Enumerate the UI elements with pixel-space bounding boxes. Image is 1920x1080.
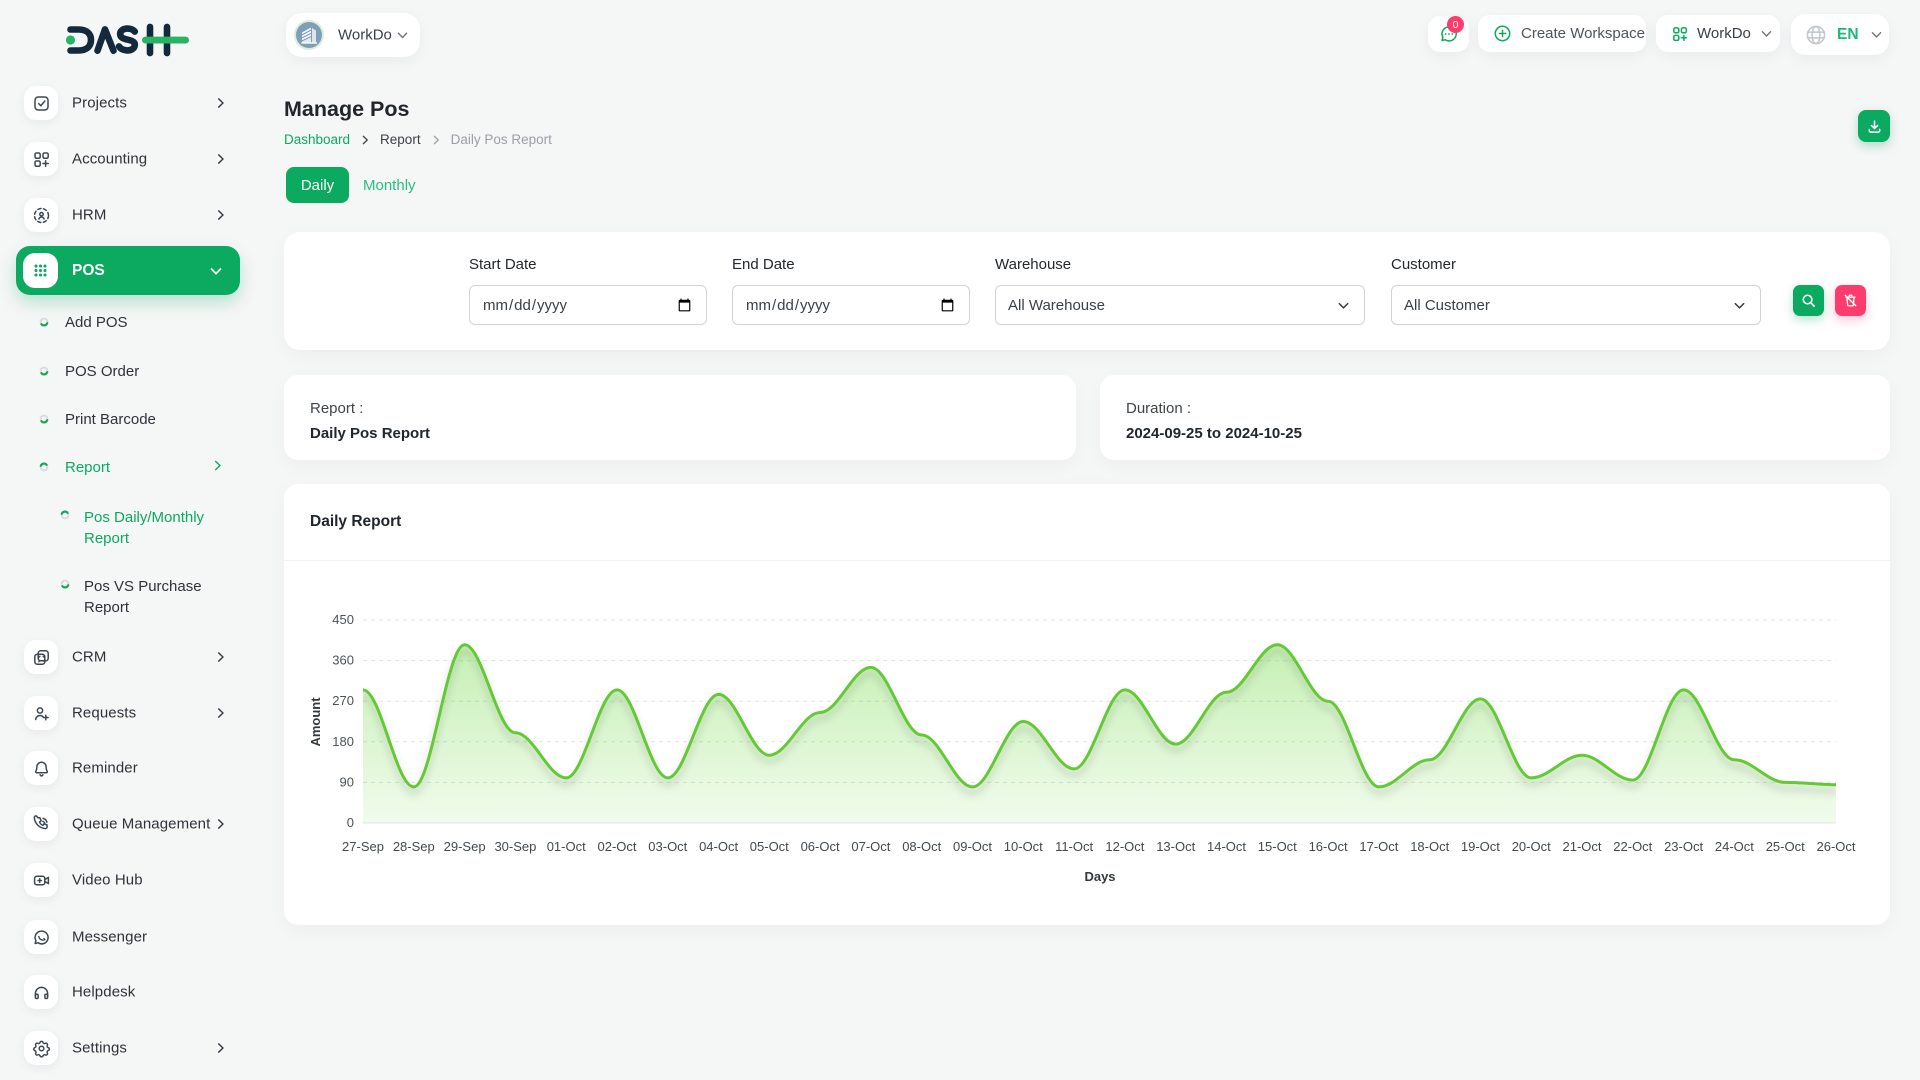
svg-text:90: 90 xyxy=(340,774,354,789)
svg-text:0: 0 xyxy=(347,815,354,830)
svg-text:16-Oct: 16-Oct xyxy=(1309,839,1348,854)
svg-text:28-Sep: 28-Sep xyxy=(393,839,435,854)
svg-text:04-Oct: 04-Oct xyxy=(699,839,738,854)
svg-text:02-Oct: 02-Oct xyxy=(597,839,636,854)
svg-text:15-Oct: 15-Oct xyxy=(1258,839,1297,854)
svg-text:12-Oct: 12-Oct xyxy=(1105,839,1144,854)
svg-text:17-Oct: 17-Oct xyxy=(1359,839,1398,854)
svg-text:Amount: Amount xyxy=(308,697,323,747)
svg-text:27-Sep: 27-Sep xyxy=(342,839,384,854)
svg-text:30-Sep: 30-Sep xyxy=(494,839,536,854)
svg-text:14-Oct: 14-Oct xyxy=(1207,839,1246,854)
svg-text:07-Oct: 07-Oct xyxy=(851,839,890,854)
svg-text:29-Sep: 29-Sep xyxy=(444,839,486,854)
svg-text:03-Oct: 03-Oct xyxy=(648,839,687,854)
svg-text:06-Oct: 06-Oct xyxy=(801,839,840,854)
svg-text:180: 180 xyxy=(332,734,354,749)
svg-text:450: 450 xyxy=(332,612,354,627)
svg-text:360: 360 xyxy=(332,653,354,668)
svg-text:08-Oct: 08-Oct xyxy=(902,839,941,854)
svg-text:26-Oct: 26-Oct xyxy=(1816,839,1855,854)
svg-text:24-Oct: 24-Oct xyxy=(1715,839,1754,854)
svg-text:Days: Days xyxy=(1084,869,1115,884)
svg-text:13-Oct: 13-Oct xyxy=(1156,839,1195,854)
svg-text:05-Oct: 05-Oct xyxy=(750,839,789,854)
svg-text:21-Oct: 21-Oct xyxy=(1562,839,1601,854)
svg-text:10-Oct: 10-Oct xyxy=(1004,839,1043,854)
svg-text:19-Oct: 19-Oct xyxy=(1461,839,1500,854)
svg-text:20-Oct: 20-Oct xyxy=(1512,839,1551,854)
svg-text:18-Oct: 18-Oct xyxy=(1410,839,1449,854)
svg-text:01-Oct: 01-Oct xyxy=(547,839,586,854)
svg-text:09-Oct: 09-Oct xyxy=(953,839,992,854)
svg-text:22-Oct: 22-Oct xyxy=(1613,839,1652,854)
svg-text:11-Oct: 11-Oct xyxy=(1055,839,1093,854)
svg-text:23-Oct: 23-Oct xyxy=(1664,839,1703,854)
svg-text:25-Oct: 25-Oct xyxy=(1766,839,1805,854)
svg-text:270: 270 xyxy=(332,693,354,708)
